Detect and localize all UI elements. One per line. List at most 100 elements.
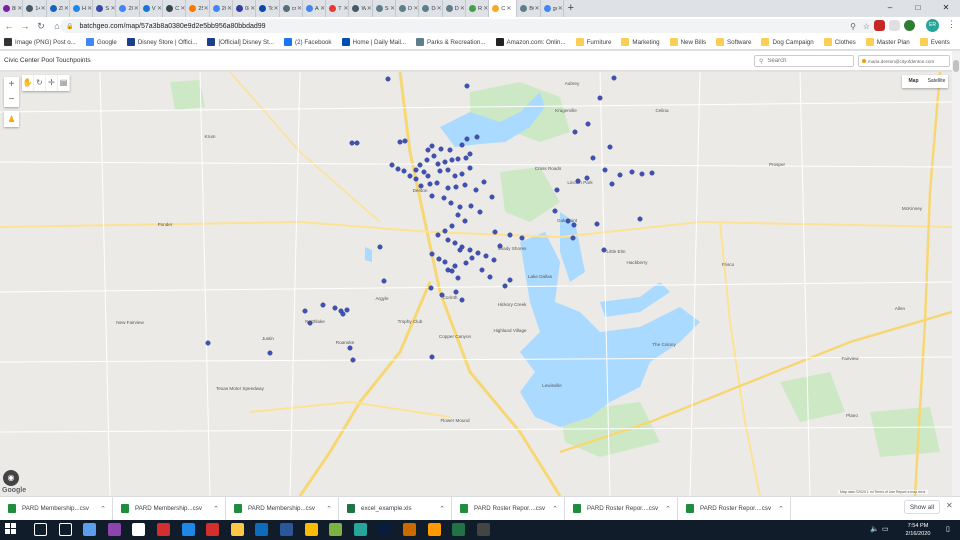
bookmark-item[interactable]: Parks & Recreation... bbox=[416, 38, 486, 46]
map-marker[interactable] bbox=[429, 354, 435, 360]
map-marker[interactable] bbox=[455, 156, 461, 162]
browser-tab[interactable]: Rec1✕ bbox=[466, 0, 490, 17]
tab-close-icon[interactable]: ✕ bbox=[110, 5, 115, 12]
map-marker[interactable] bbox=[407, 173, 413, 179]
map-marker[interactable] bbox=[475, 250, 481, 256]
green-app-icon[interactable] bbox=[329, 523, 343, 536]
bookmark-item[interactable]: [Official] Disney St... bbox=[207, 38, 274, 46]
map-marker[interactable] bbox=[464, 83, 470, 89]
map-marker[interactable] bbox=[347, 345, 353, 351]
zoom-icon[interactable]: ⚲ bbox=[850, 22, 856, 31]
map-marker[interactable] bbox=[469, 255, 475, 261]
map-marker[interactable] bbox=[395, 166, 401, 172]
bookmark-item[interactable]: Software bbox=[716, 38, 751, 46]
illustrator-icon[interactable] bbox=[427, 523, 441, 536]
browser-tab[interactable]: Touri✕ bbox=[256, 0, 280, 17]
map-marker[interactable] bbox=[455, 275, 461, 281]
tab-close-icon[interactable]: ✕ bbox=[157, 5, 162, 12]
map-marker[interactable] bbox=[462, 218, 468, 224]
map-marker[interactable] bbox=[453, 184, 459, 190]
tab-close-icon[interactable]: ✕ bbox=[437, 5, 442, 12]
map-marker[interactable] bbox=[436, 256, 442, 262]
map-marker[interactable] bbox=[425, 147, 431, 153]
map-marker[interactable] bbox=[462, 182, 468, 188]
browser-tab[interactable]: VTB✕ bbox=[140, 0, 164, 17]
download-item[interactable]: excel_example.xls ⌃ bbox=[339, 496, 452, 521]
map-marker[interactable] bbox=[402, 138, 408, 144]
map-marker[interactable] bbox=[473, 187, 479, 193]
tab-close-icon[interactable]: ✕ bbox=[180, 5, 185, 12]
map-marker[interactable] bbox=[344, 307, 350, 313]
download-item[interactable]: PARD Roster Repor....csv ⌃ bbox=[452, 496, 565, 521]
map-marker[interactable] bbox=[340, 311, 346, 317]
maximize-button[interactable]: □ bbox=[904, 0, 932, 17]
map-marker[interactable] bbox=[449, 157, 455, 163]
map-marker[interactable] bbox=[492, 229, 498, 235]
tab-close-icon[interactable]: ✕ bbox=[343, 5, 348, 12]
extension-icon-3[interactable] bbox=[904, 20, 915, 31]
map-marker[interactable] bbox=[425, 173, 431, 179]
map-marker[interactable] bbox=[554, 187, 560, 193]
map-marker[interactable] bbox=[585, 121, 591, 127]
map-marker[interactable] bbox=[417, 162, 423, 168]
scrollbar-thumb[interactable] bbox=[953, 60, 959, 72]
map-marker[interactable] bbox=[629, 169, 635, 175]
map-marker[interactable] bbox=[463, 260, 469, 266]
back-button[interactable]: ← bbox=[2, 21, 16, 31]
browser-tab[interactable]: Hom✕ bbox=[70, 0, 94, 17]
browser-tab[interactable]: Dent✕ bbox=[396, 0, 420, 17]
tab-close-icon[interactable]: ✕ bbox=[134, 5, 139, 12]
tab-close-icon[interactable]: ✕ bbox=[320, 5, 325, 12]
location-icon[interactable]: ◉ bbox=[3, 470, 19, 486]
bookmark-item[interactable]: Furniture bbox=[575, 38, 611, 46]
map-marker[interactable] bbox=[434, 180, 440, 186]
extension-icon-2[interactable] bbox=[889, 20, 900, 31]
map-marker[interactable] bbox=[389, 162, 395, 168]
map-marker[interactable] bbox=[413, 167, 419, 173]
browser-tab[interactable]: Strat✕ bbox=[93, 0, 117, 17]
url-text[interactable]: batchgeo.com/map/57a3b8a0380e9d2e5bb956a… bbox=[79, 23, 265, 30]
lock-icon[interactable]: 🔒 bbox=[66, 23, 73, 30]
map-marker[interactable] bbox=[435, 161, 441, 167]
map-marker[interactable] bbox=[421, 169, 427, 175]
bookmark-item[interactable]: Events bbox=[919, 38, 950, 46]
map-marker[interactable] bbox=[609, 181, 615, 187]
map-marker[interactable] bbox=[441, 195, 447, 201]
map-marker[interactable] bbox=[459, 142, 465, 148]
map-marker[interactable] bbox=[449, 223, 455, 229]
map-type-map[interactable]: Map bbox=[902, 75, 925, 88]
browser-tab[interactable]: 2019✕ bbox=[116, 0, 140, 17]
word-icon[interactable] bbox=[280, 523, 293, 536]
tab-close-icon[interactable]: ✕ bbox=[390, 5, 395, 12]
map-marker[interactable] bbox=[429, 193, 435, 199]
browser-tab[interactable]: 25 Tr✕ bbox=[186, 0, 210, 17]
bridge-icon[interactable] bbox=[403, 523, 416, 536]
browser-tab[interactable]: C ✕ bbox=[489, 0, 518, 17]
map-marker[interactable] bbox=[649, 170, 655, 176]
map-marker[interactable] bbox=[429, 251, 435, 257]
map-marker[interactable] bbox=[205, 340, 211, 346]
chevron-up-icon[interactable]: ⌃ bbox=[552, 505, 558, 513]
map-marker[interactable] bbox=[637, 216, 643, 222]
move-tool-icon[interactable]: ✛ bbox=[46, 75, 58, 91]
map-marker[interactable] bbox=[639, 171, 645, 177]
file-explorer-icon[interactable] bbox=[230, 523, 244, 536]
browser-tab[interactable]: 14C_✕ bbox=[23, 0, 47, 17]
map-marker[interactable] bbox=[427, 181, 433, 187]
tab-close-icon[interactable]: ✕ bbox=[535, 5, 540, 12]
map-marker[interactable] bbox=[445, 185, 451, 191]
map-marker[interactable] bbox=[381, 278, 387, 284]
map-marker[interactable] bbox=[507, 232, 513, 238]
map-marker[interactable] bbox=[571, 222, 577, 228]
chevron-up-icon[interactable]: ⌃ bbox=[213, 505, 219, 513]
browser-tab[interactable]: BC_B✕ bbox=[517, 0, 541, 17]
chevron-up-icon[interactable]: ⌃ bbox=[100, 505, 106, 513]
map-marker[interactable] bbox=[467, 151, 473, 157]
task-view-icon[interactable] bbox=[58, 523, 72, 536]
bookmark-item[interactable]: Clothes bbox=[823, 38, 856, 46]
notification-icon[interactable]: ▭ bbox=[882, 525, 889, 533]
bookmark-item[interactable]: Home | Daily Mail... bbox=[341, 38, 406, 46]
bookmark-item[interactable]: Dog Campaign bbox=[761, 38, 814, 46]
map-marker[interactable] bbox=[491, 257, 497, 263]
map-marker[interactable] bbox=[479, 267, 485, 273]
